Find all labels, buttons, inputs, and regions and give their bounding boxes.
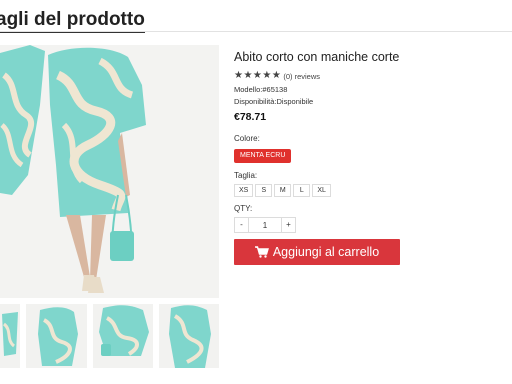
thumbnail-3[interactable]: [93, 304, 153, 368]
thumbnail-1[interactable]: [0, 304, 20, 368]
product-name: Abito corto con maniche corte: [234, 50, 400, 64]
star-rating-icon: ★★★★★: [234, 70, 282, 81]
cart-icon: [254, 246, 269, 258]
page-title: agli del prodotto: [0, 9, 145, 33]
size-option-l[interactable]: L: [293, 184, 311, 197]
color-option-menta-ecru[interactable]: MENTA ECRU: [234, 149, 292, 163]
product-info: Abito corto con maniche corte ★★★★★ (0) …: [234, 49, 504, 265]
reviews-link[interactable]: (0) reviews: [283, 72, 320, 81]
price: €78.71: [234, 111, 267, 123]
size-option-s[interactable]: S: [255, 184, 273, 197]
qty-input[interactable]: [249, 217, 281, 233]
product-main-image[interactable]: [0, 45, 219, 298]
size-option-xl[interactable]: XL: [312, 184, 331, 197]
qty-increase-button[interactable]: +: [281, 217, 296, 233]
thumbnail-2[interactable]: [26, 304, 87, 368]
availability: Disponibilità:Disponibile: [234, 97, 314, 106]
size-selector: XS S M L XL: [234, 184, 504, 197]
model-number: Modello:#65138: [234, 85, 288, 94]
title-divider: [0, 31, 512, 32]
add-to-cart-label: Aggiungi al carrello: [272, 245, 380, 259]
size-option-xs[interactable]: XS: [234, 184, 254, 197]
color-label: Colore:: [234, 134, 260, 143]
thumbnail-strip: [0, 304, 220, 368]
thumbnail-4[interactable]: [159, 304, 219, 368]
size-label: Taglia:: [234, 171, 258, 180]
size-option-m[interactable]: M: [274, 184, 292, 197]
rating: ★★★★★ (0) reviews: [234, 70, 504, 82]
add-to-cart-button[interactable]: Aggiungi al carrello: [234, 239, 400, 265]
qty-label: QTY:: [234, 204, 253, 213]
qty-decrease-button[interactable]: -: [234, 217, 249, 233]
quantity-stepper: - +: [234, 217, 504, 233]
